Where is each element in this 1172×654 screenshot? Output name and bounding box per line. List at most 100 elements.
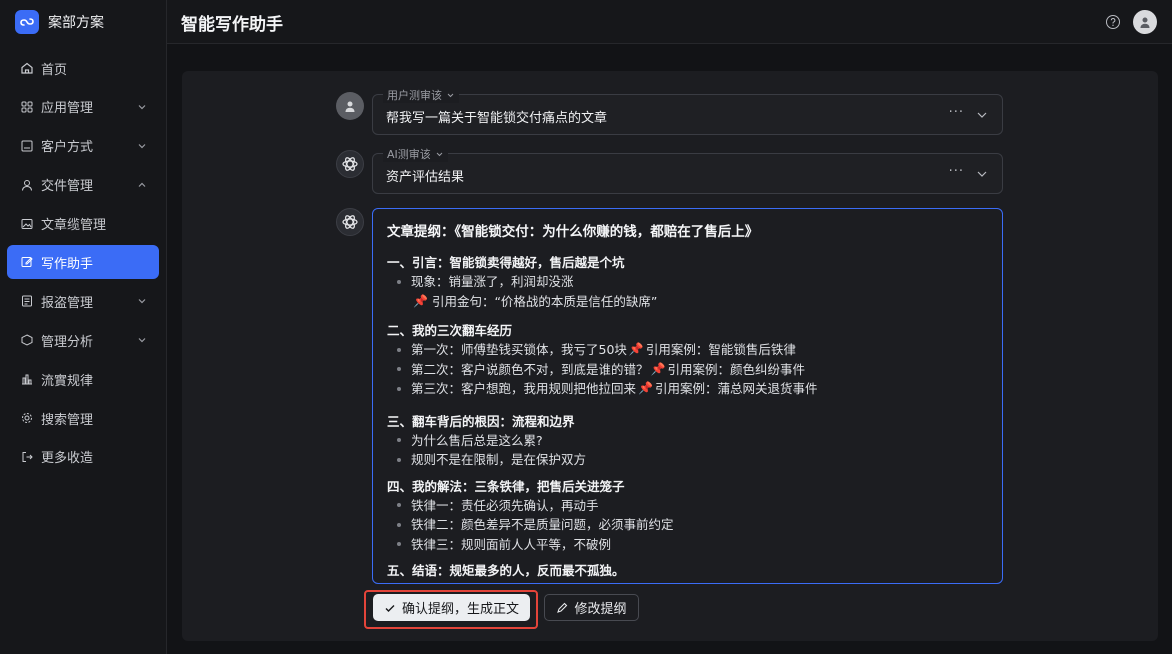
sidebar-item-label: 客户方式 — [41, 140, 94, 156]
sidebar-item-label: 应用管理 — [41, 101, 94, 117]
chevron-down-icon[interactable] — [976, 168, 988, 180]
user-icon — [1140, 17, 1150, 28]
chevron-down-icon — [138, 104, 146, 110]
report-icon — [20, 294, 34, 308]
list-item: 铁律一：责任必须先确认，再动手 — [387, 496, 988, 516]
chevron-down-icon — [138, 299, 146, 304]
list-item-text: 为什么售后总是这么累? — [411, 432, 543, 448]
user-icon — [345, 101, 355, 112]
section-heading: 二、我的三次翻车经历 — [387, 323, 513, 338]
sidebar: 案部方案 首页 应用管理 客户方式 交件管理 文章缆管理 写作助手 报盗管理 管… — [0, 0, 167, 654]
user-prompt-legend: 用户测审该 — [383, 87, 459, 103]
outline-section: 二、我的三次翻车经历 第一次：师傅垫钱买锁体，我亏了50块 📌 引用案例：智能锁售后… — [387, 322, 988, 399]
sidebar-item-analysis[interactable]: 管理分析 — [7, 323, 159, 357]
list-item: 第一次：师傅垫钱买锁体，我亏了50块 📌 引用案例：智能锁售后铁律 — [387, 340, 988, 360]
brand-name: 案部方案 — [48, 15, 104, 31]
ai-result-select[interactable]: AI测审该 资产评估结果 ··· — [372, 146, 1003, 194]
sidebar-item-articles[interactable]: 文章缆管理 — [7, 207, 159, 241]
list-item-text: 第三次：客户想跑，我用规则把他拉回来 — [411, 381, 637, 396]
apps-icon — [20, 100, 34, 114]
pin-icon: 📌 — [413, 293, 428, 308]
list-item-text: 铁律二：颜色差异不是质量问题，必须事前约定 — [411, 517, 674, 532]
ai-result-value: 资产评估结果 — [386, 170, 465, 185]
edit-outline-label: 修改提纲 — [574, 602, 627, 617]
chevron-down-icon — [138, 338, 146, 343]
list-item-text: 现象：销量涨了，利润却没涨 — [411, 274, 574, 289]
sidebar-item-label: 交件管理 — [41, 179, 94, 195]
list-item-text: 铁律一：责任必须先确认，再动手 — [411, 497, 599, 513]
section-heading: 五、结语：规矩最多的人，反而最不孤独。 — [387, 563, 625, 578]
chevron-down-icon[interactable] — [976, 109, 988, 121]
section-heading: 一、引言：智能锁卖得越好，售后越是个坑 — [387, 255, 625, 270]
logout-icon — [20, 450, 34, 464]
gear-icon — [20, 411, 34, 425]
image-icon — [20, 217, 34, 231]
list-item-text: 第二次：客户说颜色不对，到底是谁的错？ — [411, 361, 649, 377]
more-icon[interactable]: ··· — [949, 105, 964, 120]
sidebar-nav: 首页 应用管理 客户方式 交件管理 文章缆管理 写作助手 报盗管理 管理分析 流… — [0, 51, 166, 479]
pin-icon: 📌 — [628, 342, 644, 356]
outline-section: 四、我的解法：三条铁律，把售后关进笼子 铁律一：责任必须先确认，再动手 铁律二：… — [387, 478, 988, 555]
home-icon — [20, 61, 34, 75]
outline-section: 一、引言：智能锁卖得越好，售后越是个坑 现象：销量涨了，利润却没涨 📌 引用金句：… — [387, 254, 988, 311]
user-prompt-value: 帮我写一篇关于智能锁交付痛点的文章 — [386, 111, 608, 126]
sidebar-item-home[interactable]: 首页 — [7, 51, 159, 85]
case-reference: 引用案例：蒲总网关退货事件 — [654, 381, 818, 396]
sidebar-item-label: 流實规律 — [41, 373, 94, 389]
user-prompt-select[interactable]: 用户测审该 帮我写一篇关于智能锁交付痛点的文章 ··· — [372, 87, 1003, 135]
list-item-text: 规则不是在限制，是在保护双方 — [411, 452, 587, 467]
ai-avatar — [336, 150, 364, 178]
confirm-outline-button[interactable]: 确认提纲，生成正文 — [373, 594, 530, 621]
sidebar-item-writing-assistant[interactable]: 写作助手 — [7, 245, 159, 280]
ai-avatar — [336, 208, 364, 236]
chevron-up-icon — [138, 182, 146, 187]
user-avatar[interactable] — [1133, 10, 1157, 34]
outline-card: 文章提纲：《智能锁交付：为什么你赚的钱，都赔在了售后上》 一、引言：智能锁卖得越… — [372, 208, 1003, 584]
more-icon[interactable]: ··· — [949, 164, 964, 179]
ai-logo-icon — [342, 215, 358, 229]
edit-icon — [20, 255, 34, 269]
pencil-icon — [557, 602, 568, 613]
outline-section: 五、结语：规矩最多的人，反而最不孤独。 — [387, 562, 988, 580]
sidebar-item-contact[interactable]: 客户方式 — [7, 129, 159, 163]
section-heading: 三、翻车背后的根因：流程和边界 — [387, 413, 575, 429]
edit-outline-button[interactable]: 修改提纲 — [544, 594, 639, 621]
chevron-down-icon — [436, 152, 443, 156]
sidebar-item-apps[interactable]: 应用管理 — [7, 90, 159, 124]
case-reference: 引用案例：颜色纠纷事件 — [667, 361, 805, 377]
brand-logo-icon — [15, 10, 39, 34]
ai-logo-icon — [342, 157, 358, 171]
sidebar-item-label: 首页 — [41, 62, 68, 78]
sidebar-item-flow[interactable]: 流實规律 — [7, 362, 159, 396]
list-item: 铁律二：颜色差异不是质量问题，必须事前约定 — [387, 515, 988, 535]
page-title: 智能写作助手 — [181, 15, 283, 35]
confirm-outline-label: 确认提纲，生成正文 — [401, 602, 519, 617]
sidebar-item-label: 更多收造 — [41, 451, 94, 467]
quote-text: 引用金句：“价格战的本质是信任的缺席” — [431, 293, 658, 309]
sidebar-item-label: 写作助手 — [41, 256, 94, 272]
sidebar-item-search[interactable]: 搜索管理 — [7, 401, 159, 435]
sidebar-item-label: 报盗管理 — [41, 295, 94, 311]
top-header: 智能写作助手 — [167, 0, 1172, 44]
sidebar-item-label: 管理分析 — [41, 334, 94, 350]
pin-icon: 📌 — [638, 381, 653, 395]
ai-result-legend: AI测审该 — [383, 146, 448, 162]
sidebar-item-files[interactable]: 交件管理 — [7, 168, 159, 202]
sidebar-item-reports[interactable]: 报盗管理 — [7, 284, 159, 318]
help-icon[interactable] — [1105, 14, 1121, 30]
user-avatar-small — [336, 92, 364, 120]
brand[interactable]: 案部方案 — [0, 0, 166, 44]
sidebar-item-more[interactable]: 更多收造 — [7, 440, 159, 474]
outline-title: 文章提纲：《智能锁交付：为什么你赚的钱，都赔在了售后上》 — [387, 224, 759, 240]
pin-icon: 📌 — [650, 361, 666, 376]
section-heading: 四、我的解法：三条铁律，把售后关进笼子 — [387, 478, 625, 494]
sidebar-item-label: 文章缆管理 — [41, 218, 107, 234]
sidebar-item-label: 搜索管理 — [41, 412, 94, 428]
contact-icon — [20, 139, 34, 153]
chevron-down-icon — [447, 93, 454, 97]
box-icon — [20, 333, 34, 347]
list-item: 第三次：客户想跑，我用规则把他拉回来 📌 引用案例：蒲总网关退货事件 — [387, 379, 988, 399]
list-item: 现象：销量涨了，利润却没涨 — [387, 272, 988, 292]
case-reference: 引用案例：智能锁售后铁律 — [645, 342, 796, 357]
users-icon — [20, 178, 34, 192]
